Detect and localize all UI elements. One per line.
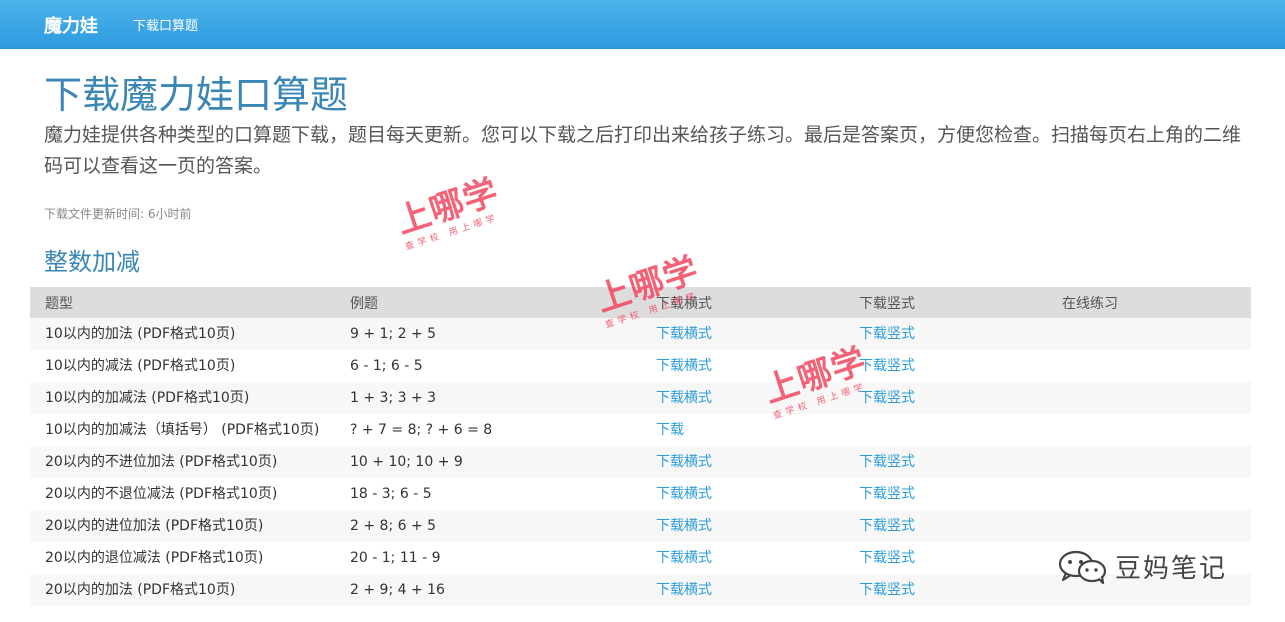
update-time: 下载文件更新时间: 6小时前 [44, 207, 192, 221]
download-vertical-link[interactable]: 下载竖式 [859, 454, 915, 470]
online-practice-cell [1047, 318, 1251, 350]
online-practice-cell [1047, 478, 1251, 510]
download-vertical-cell: 下载竖式 [844, 318, 1047, 350]
header-horizontal: 下载横式 [641, 287, 844, 318]
download-horizontal-cell: 下载横式 [641, 318, 844, 350]
download-vertical-cell: 下载竖式 [844, 446, 1047, 478]
download-horizontal-link[interactable]: 下载横式 [656, 358, 712, 374]
online-practice-cell [1047, 510, 1251, 542]
nav-download-link[interactable]: 下载口算题 [133, 15, 198, 34]
download-horizontal-link[interactable]: 下载横式 [656, 582, 712, 598]
example-cell: 10 + 10; 10 + 9 [335, 446, 641, 478]
download-vertical-cell: 下载竖式 [844, 542, 1047, 574]
download-horizontal-link[interactable]: 下载横式 [656, 486, 712, 502]
table-row: 10以内的加减法（填括号） (PDF格式10页)? + 7 = 8; ? + 6… [30, 414, 1251, 446]
download-horizontal-link[interactable]: 下载横式 [656, 390, 712, 406]
download-vertical-link[interactable]: 下载竖式 [859, 486, 915, 502]
wechat-account-badge: 豆妈笔记 [1057, 548, 1227, 585]
online-practice-cell [1047, 382, 1251, 414]
brand-link[interactable]: 魔力娃 [44, 12, 98, 38]
download-vertical-link[interactable]: 下载竖式 [859, 326, 915, 342]
download-vertical-cell: 下载竖式 [844, 574, 1047, 606]
example-cell: 1 + 3; 3 + 3 [335, 382, 641, 414]
page-title: 下载魔力娃口算题 [44, 73, 349, 117]
problem-type-cell: 10以内的减法 (PDF格式10页) [30, 350, 335, 382]
online-practice-cell [1047, 350, 1251, 382]
online-practice-cell [1047, 446, 1251, 478]
example-cell: 2 + 9; 4 + 16 [335, 574, 641, 606]
download-horizontal-link[interactable]: 下载横式 [656, 518, 712, 534]
download-vertical-cell: 下载竖式 [844, 478, 1047, 510]
watermark-slogan: 查学校 用上哪学 [404, 212, 501, 253]
table-row: 20以内的进位加法 (PDF格式10页) 2 + 8; 6 + 5 下载横式 下载竖式 [30, 510, 1251, 542]
top-navbar: 魔力娃 下载口算题 [0, 0, 1285, 49]
example-cell: ? + 7 = 8; ? + 6 = 8 [335, 414, 641, 446]
download-horizontal-cell: 下载横式 [641, 478, 844, 510]
problem-type-cell: 10以内的加减法（填括号） (PDF格式10页) [30, 414, 335, 446]
table-row: 10以内的加法 (PDF格式10页) 9 + 1; 2 + 5 下载横式 下载竖式 [30, 318, 1251, 350]
online-practice-cell [1047, 414, 1251, 446]
download-horizontal-link[interactable]: 下载横式 [656, 454, 712, 470]
table-header-row: 题型 例题 下载横式 下载竖式 在线练习 [30, 287, 1251, 318]
header-vertical: 下载竖式 [844, 287, 1047, 318]
download-vertical-link[interactable]: 下载竖式 [859, 550, 915, 566]
download-vertical-link[interactable]: 下载竖式 [859, 358, 915, 374]
download-vertical-link[interactable]: 下载竖式 [859, 390, 915, 406]
download-vertical-cell: 下载竖式 [844, 510, 1047, 542]
example-cell: 20 - 1; 11 - 9 [335, 542, 641, 574]
wechat-icon [1058, 550, 1107, 584]
problem-type-cell: 10以内的加法 (PDF格式10页) [30, 318, 335, 350]
example-cell: 18 - 3; 6 - 5 [335, 478, 641, 510]
download-vertical-cell [844, 414, 1047, 446]
table-row: 10以内的减法 (PDF格式10页) 6 - 1; 6 - 5 下载横式 下载竖式 [30, 350, 1251, 382]
header-type: 题型 [30, 287, 335, 318]
download-horizontal-cell: 下载横式 [641, 350, 844, 382]
section-title: 整数加减 [44, 248, 140, 276]
download-horizontal-cell: 下载横式 [641, 510, 844, 542]
problem-type-cell: 20以内的进位加法 (PDF格式10页) [30, 510, 335, 542]
download-vertical-link[interactable]: 下载竖式 [859, 518, 915, 534]
download-horizontal-cell: 下载横式 [641, 446, 844, 478]
example-cell: 9 + 1; 2 + 5 [335, 318, 641, 350]
example-cell: 2 + 8; 6 + 5 [335, 510, 641, 542]
account-name: 豆妈笔记 [1115, 554, 1228, 584]
problem-type-cell: 20以内的退位减法 (PDF格式10页) [30, 542, 335, 574]
example-cell: 6 - 1; 6 - 5 [335, 350, 641, 382]
download-vertical-cell: 下载竖式 [844, 382, 1047, 414]
download-horizontal-cell: 下载横式 [641, 574, 844, 606]
table-row: 10以内的加减法 (PDF格式10页) 1 + 3; 3 + 3 下载横式 下载竖式 [30, 382, 1251, 414]
download-horizontal-link[interactable]: 下载横式 [656, 550, 712, 566]
problem-type-cell: 20以内的加法 (PDF格式10页) [30, 574, 335, 606]
table-row: 20以内的不退位减法 (PDF格式10页) 18 - 3; 6 - 5 下载横式 下载… [30, 478, 1251, 510]
header-online: 在线练习 [1047, 287, 1251, 318]
download-horizontal-link[interactable]: 下载横式 [656, 326, 712, 342]
download-horizontal-cell: 下载横式 [641, 382, 844, 414]
download-vertical-cell: 下载竖式 [844, 350, 1047, 382]
download-vertical-link[interactable]: 下载竖式 [859, 582, 915, 598]
header-example: 例题 [335, 287, 641, 318]
download-horizontal-cell: 下载 [641, 414, 844, 446]
problem-type-cell: 20以内的不退位减法 (PDF格式10页) [30, 478, 335, 510]
watermark: 上哪学 查学校 用上哪学 [391, 171, 507, 253]
intro-text: 魔力娃提供各种类型的口算题下载，题目每天更新。您可以下载之后打印出来给孩子练习。… [44, 124, 1242, 177]
table-row: 20以内的不进位加法 (PDF格式10页) 10 + 10; 10 + 9 下载横式… [30, 446, 1251, 478]
download-horizontal-link[interactable]: 下载 [656, 422, 684, 438]
download-horizontal-cell: 下载横式 [641, 542, 844, 574]
problem-type-cell: 20以内的不进位加法 (PDF格式10页) [30, 446, 335, 478]
problem-type-cell: 10以内的加减法 (PDF格式10页) [30, 382, 335, 414]
watermark-logo: 上哪学 [391, 171, 504, 243]
